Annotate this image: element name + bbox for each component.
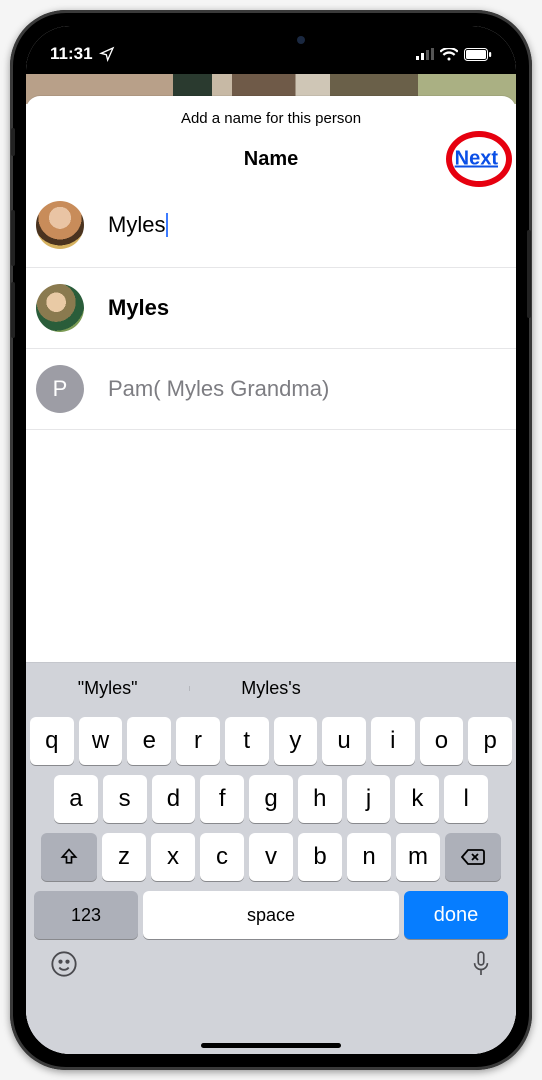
keyboard-predictions: "Myles" Myles's bbox=[26, 663, 516, 713]
prediction[interactable]: Myles's bbox=[189, 678, 352, 699]
key-u[interactable]: u bbox=[322, 717, 366, 765]
key-p[interactable]: p bbox=[468, 717, 512, 765]
suggestion-row[interactable]: P Pam( Myles Grandma) bbox=[26, 349, 516, 430]
backspace-key[interactable] bbox=[445, 833, 501, 881]
key-m[interactable]: m bbox=[396, 833, 440, 881]
text-cursor bbox=[166, 213, 168, 237]
name-sheet: Add a name for this person Name Next Myl… bbox=[26, 96, 516, 1054]
key-i[interactable]: i bbox=[371, 717, 415, 765]
key-k[interactable]: k bbox=[395, 775, 439, 823]
face-thumbnail bbox=[36, 201, 84, 249]
device-notch bbox=[161, 26, 381, 54]
sheet-prompt: Add a name for this person bbox=[26, 96, 516, 131]
suggestion-label: Pam( Myles Grandma) bbox=[108, 376, 329, 402]
wifi-icon bbox=[440, 48, 458, 61]
numbers-key[interactable]: 123 bbox=[34, 891, 138, 939]
key-c[interactable]: c bbox=[200, 833, 244, 881]
key-d[interactable]: d bbox=[152, 775, 196, 823]
space-key[interactable]: space bbox=[143, 891, 399, 939]
key-x[interactable]: x bbox=[151, 833, 195, 881]
status-time: 11:31 bbox=[50, 44, 93, 64]
key-j[interactable]: j bbox=[347, 775, 391, 823]
key-s[interactable]: s bbox=[103, 775, 147, 823]
key-g[interactable]: g bbox=[249, 775, 293, 823]
key-r[interactable]: r bbox=[176, 717, 220, 765]
key-q[interactable]: q bbox=[30, 717, 74, 765]
shift-key[interactable] bbox=[41, 833, 97, 881]
key-n[interactable]: n bbox=[347, 833, 391, 881]
suggestion-avatar-initial: P bbox=[36, 365, 84, 413]
cell-signal-icon bbox=[416, 48, 434, 60]
key-t[interactable]: t bbox=[225, 717, 269, 765]
home-indicator[interactable] bbox=[201, 1043, 341, 1048]
suggestion-avatar bbox=[36, 284, 84, 332]
battery-icon bbox=[464, 48, 492, 61]
key-b[interactable]: b bbox=[298, 833, 342, 881]
next-button[interactable]: Next bbox=[455, 148, 498, 171]
key-h[interactable]: h bbox=[298, 775, 342, 823]
key-f[interactable]: f bbox=[200, 775, 244, 823]
prediction[interactable]: "Myles" bbox=[26, 678, 189, 699]
location-arrow-icon bbox=[99, 46, 115, 62]
name-input-value[interactable]: Myles bbox=[108, 212, 165, 238]
emoji-icon[interactable] bbox=[50, 950, 78, 978]
key-v[interactable]: v bbox=[249, 833, 293, 881]
key-e[interactable]: e bbox=[127, 717, 171, 765]
sheet-title: Name bbox=[244, 148, 298, 171]
ios-keyboard: "Myles" Myles's qwertyuiop asdfghjkl zxc… bbox=[26, 662, 516, 1054]
name-input-row[interactable]: Myles bbox=[26, 187, 516, 268]
mic-icon[interactable] bbox=[470, 950, 492, 978]
key-a[interactable]: a bbox=[54, 775, 98, 823]
key-z[interactable]: z bbox=[102, 833, 146, 881]
done-key[interactable]: done bbox=[404, 891, 508, 939]
suggestion-label: Myles bbox=[108, 295, 169, 321]
key-o[interactable]: o bbox=[420, 717, 464, 765]
suggestion-row[interactable]: Myles bbox=[26, 268, 516, 349]
key-w[interactable]: w bbox=[79, 717, 123, 765]
key-y[interactable]: y bbox=[274, 717, 318, 765]
key-l[interactable]: l bbox=[444, 775, 488, 823]
